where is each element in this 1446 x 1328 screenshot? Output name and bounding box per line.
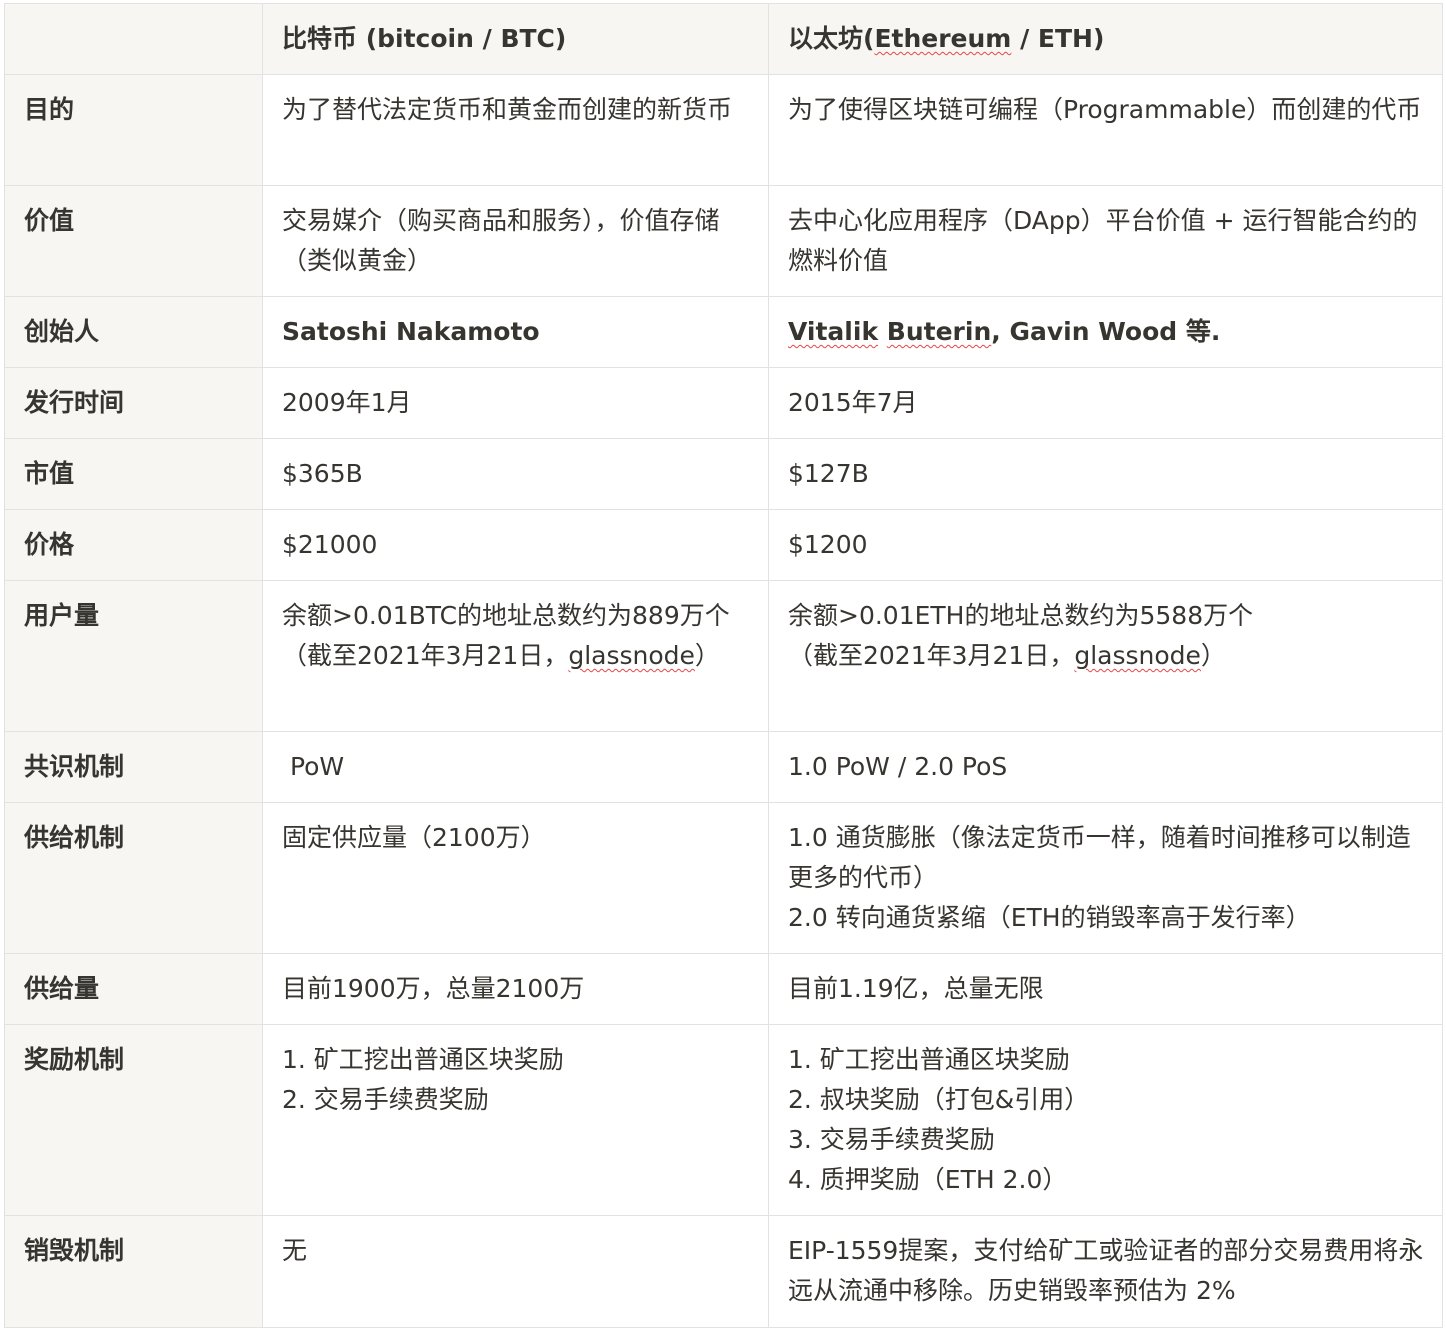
row-label-founder[interactable]: 创始人 [4, 296, 263, 368]
list-item: 2. 叔块奖励（打包&引用） [788, 1085, 1090, 1114]
table-row-reward: 奖励机制 1. 矿工挖出普通区块奖励 2. 交易手续费奖励 1. 矿工挖出普通区块… [4, 1024, 1443, 1216]
eth-users-count: 余额>0.01ETH的地址总数约为5588万个 [788, 601, 1254, 630]
cell-btc-launch[interactable]: 2009年1月 [262, 367, 769, 439]
spellcheck-word-buterin[interactable]: Buterin [887, 317, 991, 346]
btc-users-note-prefix: （截至2021年3月21日， [282, 641, 569, 670]
cell-eth-market-cap[interactable]: $127B [768, 438, 1443, 510]
cell-btc-value[interactable]: 交易媒介（购买商品和服务），价值存储（类似黄金） [262, 185, 769, 297]
spellcheck-word-ethereum[interactable]: Ethereum [874, 24, 1011, 53]
cell-btc-founder[interactable]: Satoshi Nakamoto [262, 296, 769, 368]
header-ethereum-suffix: / ETH) [1011, 24, 1105, 53]
list-item: 4. 质押奖励（ETH 2.0） [788, 1165, 1068, 1194]
cell-eth-reward[interactable]: 1. 矿工挖出普通区块奖励 2. 叔块奖励（打包&引用） 3. 交易手续费奖励 4. … [768, 1024, 1443, 1216]
row-label-market-cap[interactable]: 市值 [4, 438, 263, 510]
eth-supply-mechanism-line1: 1.0 通货膨胀（像法定货币一样，随着时间推移可以制造更多的代币） [788, 823, 1411, 892]
table-row-launch: 发行时间 2009年1月 2015年7月 [4, 367, 1443, 439]
table-header-row: 比特币 (bitcoin / BTC) 以太坊(Ethereum / ETH) [4, 3, 1443, 75]
eth-users-note-prefix: （截至2021年3月21日， [788, 641, 1075, 670]
cell-btc-reward[interactable]: 1. 矿工挖出普通区块奖励 2. 交易手续费奖励 [262, 1024, 769, 1216]
table-row-price: 价格 $21000 $1200 [4, 509, 1443, 581]
cell-eth-founder[interactable]: Vitalik Buterin, Gavin Wood 等. [768, 296, 1443, 368]
header-ethereum[interactable]: 以太坊(Ethereum / ETH) [768, 3, 1443, 75]
row-label-supply[interactable]: 供给量 [4, 953, 263, 1025]
table-row-burn: 销毁机制 无 EIP-1559提案，支付给矿工或验证者的部分交易费用将永远从流通… [4, 1215, 1443, 1328]
cell-btc-consensus[interactable]: PoW [262, 731, 769, 803]
btc-users-count: 余额>0.01BTC的地址总数约为889万个 [282, 601, 730, 630]
btc-eth-comparison-table: 比特币 (bitcoin / BTC) 以太坊(Ethereum / ETH) … [4, 3, 1443, 1328]
row-label-burn[interactable]: 销毁机制 [4, 1215, 263, 1328]
cell-eth-supply-mechanism[interactable]: 1.0 通货膨胀（像法定货币一样，随着时间推移可以制造更多的代币） 2.0 转向通… [768, 802, 1443, 954]
cell-btc-price[interactable]: $21000 [262, 509, 769, 581]
cell-eth-consensus[interactable]: 1.0 PoW / 2.0 PoS [768, 731, 1443, 803]
table-row-purpose: 目的 为了替代法定货币和黄金而创建的新货币 为了使得区块链可编程（Program… [4, 74, 1443, 186]
btc-users-note-suffix: ） [694, 641, 720, 670]
cell-btc-market-cap[interactable]: $365B [262, 438, 769, 510]
row-label-users[interactable]: 用户量 [4, 580, 263, 732]
comparison-table-container: 比特币 (bitcoin / BTC) 以太坊(Ethereum / ETH) … [4, 3, 1443, 1328]
cell-eth-purpose[interactable]: 为了使得区块链可编程（Programmable）而创建的代币 [768, 74, 1443, 186]
table-row-consensus: 共识机制 PoW 1.0 PoW / 2.0 PoS [4, 731, 1443, 803]
cell-eth-launch[interactable]: 2015年7月 [768, 367, 1443, 439]
eth-supply-mechanism-line2: 2.0 转向通货紧缩（ETH的销毁率高于发行率） [788, 903, 1311, 932]
cell-btc-supply-mechanism[interactable]: 固定供应量（2100万） [262, 802, 769, 954]
header-ethereum-prefix: 以太坊( [788, 24, 875, 53]
cell-eth-users[interactable]: 余额>0.01ETH的地址总数约为5588万个 （截至2021年3月21日，gla… [768, 580, 1443, 732]
list-item: 2. 交易手续费奖励 [282, 1085, 489, 1114]
list-item: 1. 矿工挖出普通区块奖励 [282, 1045, 564, 1074]
table-row-supply-mechanism: 供给机制 固定供应量（2100万） 1.0 通货膨胀（像法定货币一样，随着时间推… [4, 802, 1443, 954]
table-row-value: 价值 交易媒介（购买商品和服务），价值存储（类似黄金） 去中心化应用程序（DAp… [4, 185, 1443, 297]
cell-btc-burn[interactable]: 无 [262, 1215, 769, 1328]
header-empty-cell[interactable] [4, 3, 263, 75]
row-label-price[interactable]: 价格 [4, 509, 263, 581]
table-row-founder: 创始人 Satoshi Nakamoto Vitalik Buterin, Ga… [4, 296, 1443, 368]
founder-rest: , Gavin Wood 等. [991, 317, 1221, 346]
cell-btc-supply[interactable]: 目前1900万，总量2100万 [262, 953, 769, 1025]
row-label-purpose[interactable]: 目的 [4, 74, 263, 186]
cell-eth-value[interactable]: 去中心化应用程序（DApp）平台价值 + 运行智能合约的燃料价值 [768, 185, 1443, 297]
spellcheck-word-glassnode[interactable]: glassnode [1074, 641, 1201, 670]
row-label-consensus[interactable]: 共识机制 [4, 731, 263, 803]
cell-eth-price[interactable]: $1200 [768, 509, 1443, 581]
table-row-supply: 供给量 目前1900万，总量2100万 目前1.19亿，总量无限 [4, 953, 1443, 1025]
row-label-value[interactable]: 价值 [4, 185, 263, 297]
row-label-supply-mechanism[interactable]: 供给机制 [4, 802, 263, 954]
founder-space [878, 317, 887, 346]
row-label-reward[interactable]: 奖励机制 [4, 1024, 263, 1216]
table-row-market-cap: 市值 $365B $127B [4, 438, 1443, 510]
eth-users-note-suffix: ） [1200, 641, 1226, 670]
cell-eth-supply[interactable]: 目前1.19亿，总量无限 [768, 953, 1443, 1025]
table-row-users: 用户量 余额>0.01BTC的地址总数约为889万个 （截至2021年3月21日，… [4, 580, 1443, 732]
cell-btc-users[interactable]: 余额>0.01BTC的地址总数约为889万个 （截至2021年3月21日，glas… [262, 580, 769, 732]
cell-btc-purpose[interactable]: 为了替代法定货币和黄金而创建的新货币 [262, 74, 769, 186]
spellcheck-word-vitalik[interactable]: Vitalik [788, 317, 878, 346]
list-item: 1. 矿工挖出普通区块奖励 [788, 1045, 1070, 1074]
spellcheck-word-glassnode[interactable]: glassnode [568, 641, 695, 670]
header-bitcoin[interactable]: 比特币 (bitcoin / BTC) [262, 3, 769, 75]
list-item: 3. 交易手续费奖励 [788, 1125, 995, 1154]
row-label-launch[interactable]: 发行时间 [4, 367, 263, 439]
cell-eth-burn[interactable]: EIP-1559提案，支付给矿工或验证者的部分交易费用将永远从流通中移除。历史销… [768, 1215, 1443, 1328]
